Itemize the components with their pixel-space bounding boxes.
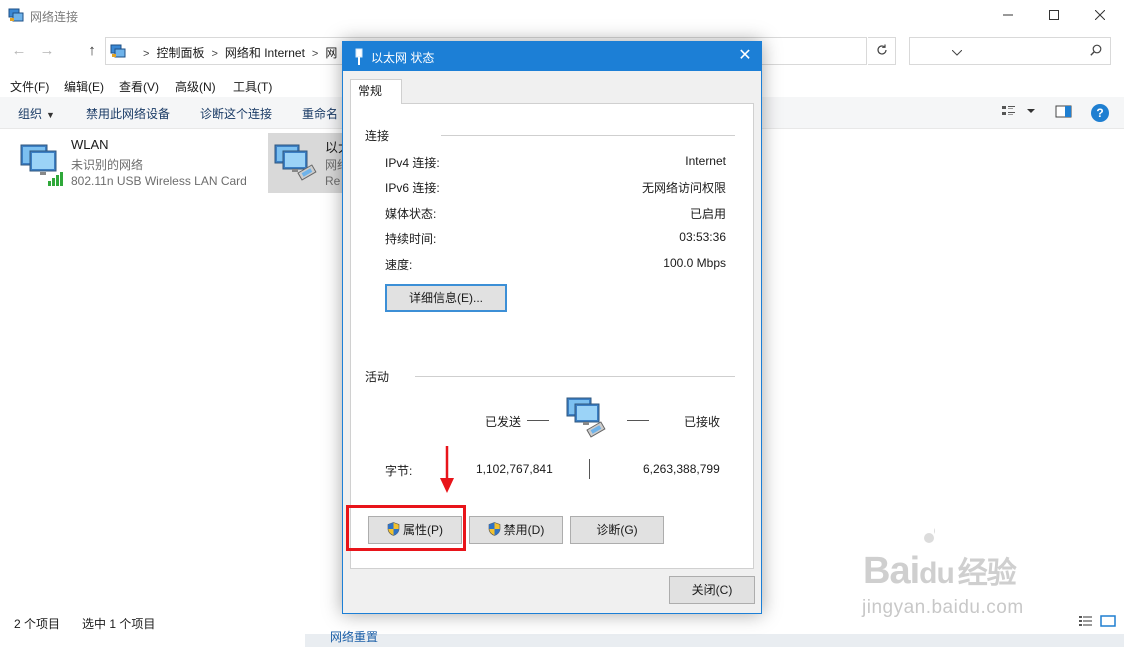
duration-value: 03:53:36	[679, 230, 726, 244]
received-label: 已接收	[684, 415, 721, 429]
watermark-logo-part2: du	[919, 557, 955, 590]
menu-view[interactable]: 查看(V)	[119, 78, 159, 95]
search-icon	[1090, 44, 1102, 59]
general-panel: 连接 IPv4 连接: Internet IPv6 连接: 无网络访问权限 媒体…	[350, 103, 754, 569]
breadcrumb-network-connections[interactable]: 网	[325, 46, 337, 60]
breadcrumb-control-panel[interactable]: 控制面板	[156, 46, 204, 60]
diagnose-button[interactable]: 诊断(G)	[570, 516, 664, 544]
change-view-icon[interactable]	[1001, 103, 1041, 122]
media-state-value: 已启用	[689, 207, 726, 221]
sent-label: 已发送	[485, 415, 522, 429]
disable-device-button[interactable]: 禁用此网络设备	[86, 105, 170, 122]
maximize-button[interactable]	[1031, 0, 1077, 31]
dialog-title: 以太网 状态	[371, 51, 435, 65]
highlight-box	[346, 505, 466, 551]
bytes-received-value: 6,263,388,799	[643, 462, 720, 476]
back-button[interactable]: ←	[10, 42, 28, 60]
close-button[interactable]: 关闭(C)	[669, 576, 755, 604]
bytes-sent-value: 1,102,767,841	[476, 462, 553, 476]
help-icon[interactable]: ?	[1091, 104, 1109, 122]
item-count: 2 个项目	[14, 617, 61, 631]
organize-label: 组织	[18, 107, 43, 121]
disable-button[interactable]: 禁用(D)	[469, 516, 563, 544]
menu-edit[interactable]: 编辑(E)	[64, 78, 104, 95]
group-divider	[441, 135, 735, 136]
item-adapter: Re	[325, 174, 341, 188]
watermark-logo-cn: 经验	[957, 557, 1017, 590]
item-name: WLAN	[71, 137, 109, 152]
list-item-wlan[interactable]: WLAN 未识别的网络 802.11n USB Wireless LAN Car…	[14, 133, 264, 193]
network-activity-icon	[565, 394, 617, 445]
ipv4-value: Internet	[685, 154, 726, 168]
details-button[interactable]: 详细信息(E)...	[385, 284, 507, 312]
up-button[interactable]: ↑	[83, 42, 101, 60]
bytes-separator	[589, 459, 590, 479]
speed-label: 速度:	[385, 258, 413, 272]
speed-value: 100.0 Mbps	[663, 256, 726, 270]
ethernet-adapter-icon	[272, 139, 322, 192]
watermark-logo: Baidu 经验	[863, 548, 1017, 593]
breadcrumb-separator-icon: >	[211, 48, 218, 60]
connection-group-title: 连接	[365, 129, 390, 143]
breadcrumb-separator-icon: >	[143, 48, 150, 60]
item-adapter: 802.11n USB Wireless LAN Card	[71, 174, 247, 188]
ipv4-label: IPv4 连接:	[385, 156, 440, 170]
minimize-button[interactable]	[985, 0, 1031, 31]
disable-label: 禁用(D)	[503, 523, 545, 537]
item-status: 未识别的网络	[71, 158, 144, 172]
breadcrumb-network-internet[interactable]: 网络和 Internet	[225, 46, 305, 60]
menu-file[interactable]: 文件(F)	[10, 78, 49, 95]
search-input[interactable]	[909, 37, 1111, 65]
organize-button[interactable]: 组织 ▼	[18, 105, 55, 122]
control-panel-icon	[110, 43, 126, 62]
chevron-down-icon: ▼	[46, 110, 55, 120]
breadcrumb: > 控制面板 > 网络和 Internet > 网	[136, 44, 337, 61]
bytes-label: 字节:	[385, 464, 413, 478]
network-reset-link[interactable]: 网络重置	[330, 628, 378, 645]
rename-button[interactable]: 重命名	[302, 105, 338, 122]
red-arrow-icon	[437, 446, 457, 497]
activity-group-title: 活动	[365, 370, 390, 384]
received-dash	[627, 420, 649, 421]
watermark-logo-part1: Bai	[863, 550, 920, 592]
watermark-site: jingyan.baidu.com	[862, 597, 1024, 618]
background-strip	[305, 634, 1124, 647]
preview-pane-icon[interactable]	[1055, 103, 1073, 122]
ipv6-value: 无网络访问权限	[641, 181, 726, 195]
ipv6-label: IPv6 连接:	[385, 181, 440, 195]
details-view-icon[interactable]	[1078, 614, 1094, 631]
window-title: 网络连接	[30, 10, 79, 24]
forward-button[interactable]: →	[38, 42, 56, 60]
wireless-adapter-icon	[18, 139, 66, 190]
list-item-ethernet[interactable]: 以太 网络 Re	[268, 133, 351, 193]
menu-advanced[interactable]: 高级(N)	[175, 78, 216, 95]
large-icons-view-icon[interactable]	[1100, 614, 1116, 631]
diagnose-connection-button[interactable]: 诊断这个连接	[200, 105, 272, 122]
menu-tools[interactable]: 工具(T)	[233, 78, 272, 95]
selected-count: 选中 1 个项目	[82, 617, 156, 631]
sent-dash	[527, 420, 549, 421]
uac-shield-icon	[488, 522, 500, 537]
dialog-titlebar: 以太网 状态 ✕	[343, 42, 761, 71]
duration-label: 持续时间:	[385, 232, 437, 246]
close-window-button[interactable]	[1077, 0, 1123, 31]
refresh-button[interactable]	[868, 37, 896, 65]
network-connections-icon	[8, 7, 24, 23]
group-divider	[415, 376, 735, 377]
tab-general[interactable]: 常规	[350, 79, 402, 104]
media-state-label: 媒体状态:	[385, 207, 437, 221]
dialog-close-button[interactable]: ✕	[729, 42, 761, 71]
window-titlebar: 网络连接	[0, 0, 1124, 32]
ethernet-plug-icon	[353, 48, 365, 69]
breadcrumb-separator-icon: >	[311, 48, 319, 60]
